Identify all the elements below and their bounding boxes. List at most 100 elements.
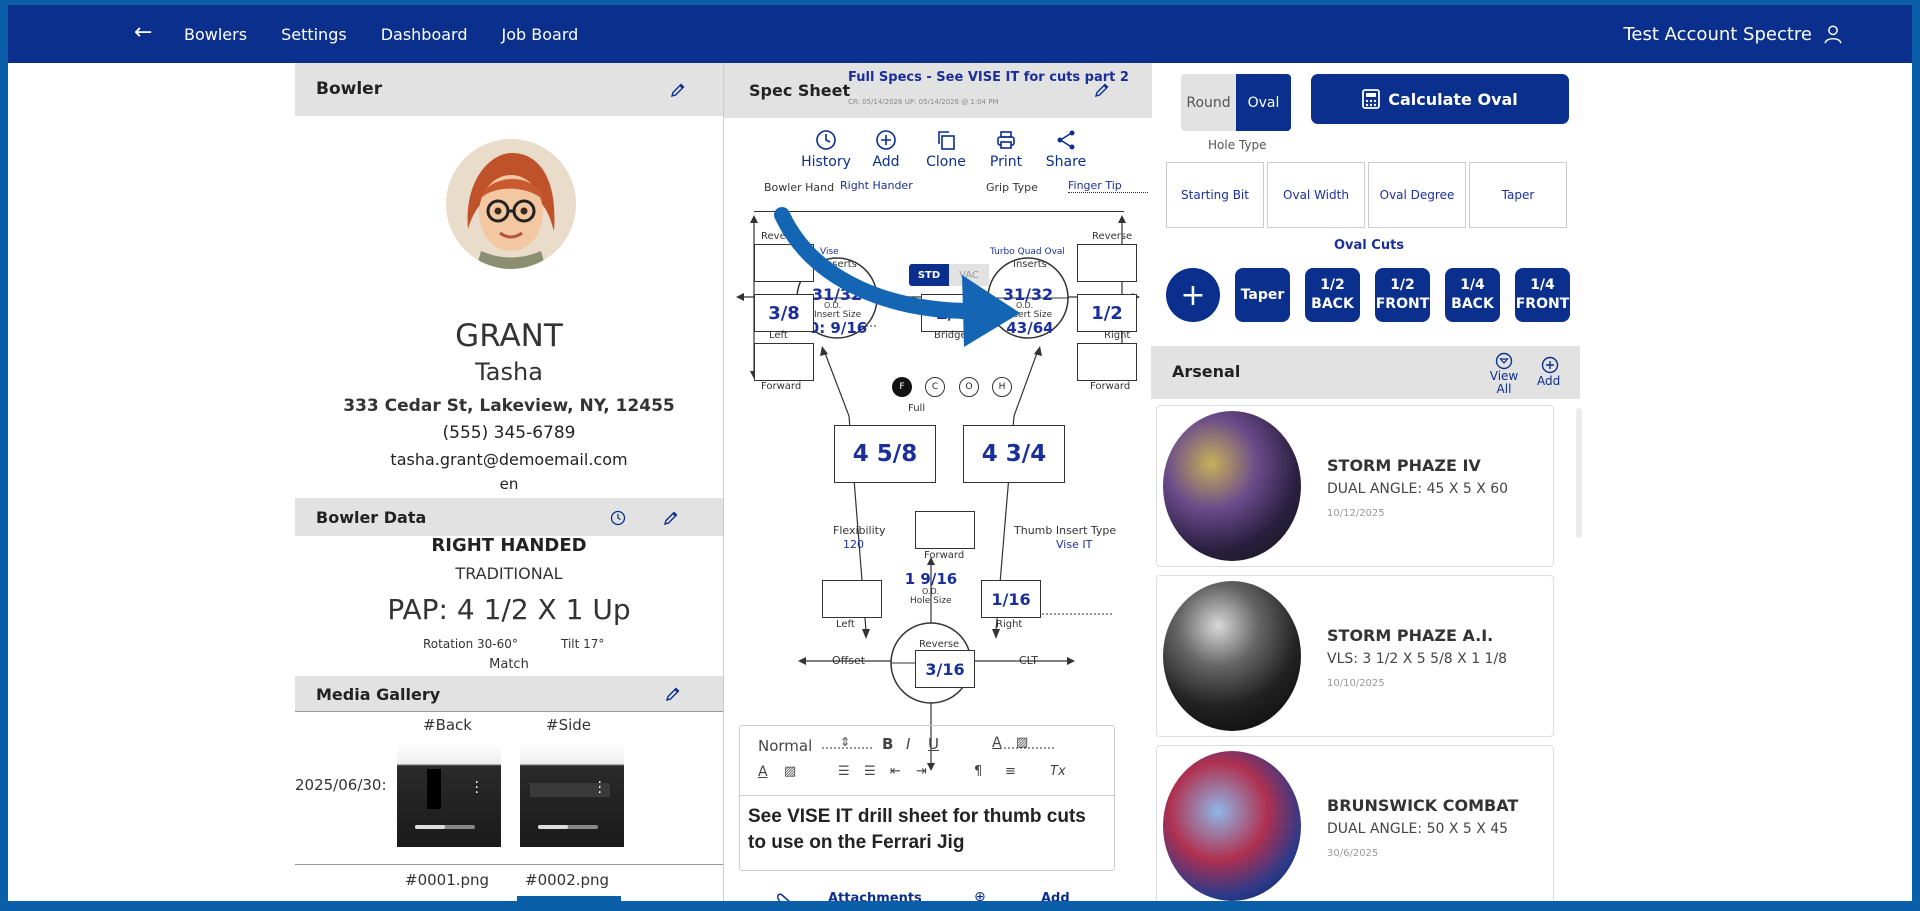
arsenal-scrollbar[interactable] [1576,408,1582,538]
filter-icon[interactable] [1495,352,1513,370]
highlight-icon[interactable]: ▨ [1016,735,1028,750]
nav-bowlers[interactable]: Bowlers [184,25,247,44]
left-forward-input[interactable] [754,343,814,381]
view-all-link[interactable]: View All [1487,370,1521,396]
history-icon[interactable] [610,510,626,526]
history-button[interactable]: History [796,128,856,170]
add-circle-icon[interactable] [1541,356,1559,374]
starting-bit-option[interactable]: Starting Bit [1166,162,1264,228]
edit-spec-icon[interactable] [1094,82,1110,98]
format-select[interactable]: Normal [758,737,812,755]
ball-image [1163,581,1301,731]
right-pitch-input[interactable]: 1/2 [1077,294,1137,332]
right-reverse-input[interactable] [1077,244,1137,282]
cut-taper-button[interactable]: Taper [1235,268,1290,322]
text-color-icon[interactable]: A [992,735,1002,751]
thumb-left-input[interactable] [822,580,882,618]
flexibility-value[interactable]: 120 [843,538,864,551]
add-ball-link[interactable]: Add [1537,374,1560,388]
bowler-hand-value[interactable]: Right Hander [840,179,913,192]
grip-option-h[interactable]: H [992,377,1012,397]
edit-bowler-data-icon[interactable] [663,510,679,526]
edit-media-icon[interactable] [665,686,681,702]
left-label: Left [769,330,788,341]
cut-quarter-back-button[interactable]: 1/4 BACK [1445,268,1500,322]
add-button[interactable]: Add [856,128,916,170]
grip-option-c[interactable]: C [925,377,945,397]
left-insert-type[interactable]: Vise [820,247,839,257]
right-insert-type[interactable]: Turbo Quad Oval [990,247,1065,257]
underline-icon[interactable]: U [928,735,939,753]
round-option[interactable]: Round [1181,74,1236,131]
nav-dashboard[interactable]: Dashboard [381,25,468,44]
arsenal-ball-card[interactable]: STORM PHAZE A.I. VLS: 3 1/2 X 5 5/8 X 1 … [1156,575,1554,737]
right-insert-size[interactable]: 43/64 [1000,319,1060,337]
thumb-forward-input[interactable] [915,511,975,549]
page-scrollbar[interactable] [1893,63,1905,901]
left-reverse-input[interactable] [754,244,814,282]
left-pitch-input[interactable]: 3/8 [754,294,814,332]
more-options-icon[interactable]: · · · [598,776,602,800]
bridge-label: Bridge [934,330,967,341]
grip-option-full[interactable]: F [892,377,912,397]
edit-bowler-icon[interactable] [670,82,686,98]
history-label: History [801,154,851,170]
highlight-icon[interactable]: ▨ [784,764,796,779]
outdent-icon[interactable]: ⇤ [890,764,901,779]
clear-format-icon[interactable]: Tx [1050,764,1066,779]
bridge-input[interactable]: 1/4 [921,294,981,332]
std-toggle[interactable]: STD [909,264,949,286]
arsenal-ball-card[interactable]: BRUNSWICK COMBAT DUAL ANGLE: 50 X 5 X 45… [1156,745,1554,901]
thumb-reverse-input[interactable]: 3/16 [915,650,975,688]
cut-quarter-front-button[interactable]: 1/4 FRONT [1515,268,1570,322]
ordered-list-icon[interactable]: ☰ [838,764,850,779]
indent-icon[interactable]: ⇥ [916,764,927,779]
grip-option-o[interactable]: O [959,377,979,397]
nav-settings[interactable]: Settings [281,25,347,44]
print-button[interactable]: Print [976,128,1036,170]
right-label: Right [1104,330,1131,341]
oval-degree-option[interactable]: Oval Degree [1368,162,1466,228]
arsenal-ball-card[interactable]: STORM PHAZE IV DUAL ANGLE: 45 X 5 X 60 1… [1156,405,1554,567]
notes-content[interactable]: See VISE IT drill sheet for thumb cuts t… [740,796,1114,864]
user-icon[interactable] [1822,22,1844,46]
media-thumbnail-back[interactable]: · · · [397,743,501,847]
paragraph-direction-icon[interactable]: ¶ [974,764,982,779]
left-span-input[interactable]: 4 5/8 [834,425,936,483]
right-forward-input[interactable] [1077,343,1137,381]
oval-option[interactable]: Oval [1236,74,1291,131]
align-icon[interactable]: ≡ [1005,764,1016,779]
left-insert-size[interactable]: 0: 9/16 [808,319,868,337]
hole-type-label: Hole Type [1208,138,1267,152]
italic-icon[interactable]: I [906,735,910,753]
grip-type-value[interactable]: Finger Tip [1068,179,1148,193]
vac-toggle[interactable]: VAC [949,264,989,286]
back-arrow-icon[interactable]: ← [134,20,152,45]
thumb-right-input[interactable]: 1/16 [981,580,1041,618]
oval-width-option[interactable]: Oval Width [1267,162,1365,228]
chevron-updown-icon[interactable]: ⇕ [840,735,850,749]
clone-button[interactable]: Clone [916,128,976,170]
thumb-od-value[interactable]: 1 9/16 [901,570,961,588]
calculator-icon [1362,89,1381,109]
cut-half-front-button[interactable]: 1/2 FRONT [1375,268,1430,322]
thumb-insert-value[interactable]: Vise IT [1056,538,1092,551]
more-options-icon[interactable]: · · · [475,776,479,800]
text-color-icon[interactable]: A [758,764,768,780]
calculate-oval-button[interactable]: Calculate Oval [1311,74,1569,124]
account-name[interactable]: Test Account Spectre [1623,24,1812,45]
share-button[interactable]: Share [1036,128,1096,170]
paperclip-icon [777,893,790,901]
nav-job-board[interactable]: Job Board [502,25,579,44]
add-attachment-label[interactable]: Add [1041,891,1070,901]
right-span-input[interactable]: 4 3/4 [963,425,1065,483]
media-thumbnail-side[interactable]: · · · [520,743,624,847]
taper-option[interactable]: Taper [1469,162,1567,228]
attachments-label[interactable]: Attachments [828,891,922,901]
bullet-list-icon[interactable]: ☰ [864,764,876,779]
cut-half-back-button[interactable]: 1/2 BACK [1305,268,1360,322]
notes-editor[interactable]: Normal ⇕ B I U A ▨ A ▨ ☰ ☰ ⇤ ⇥ ¶ ≡ Tx Se… [739,725,1115,871]
bold-icon[interactable]: B [882,735,893,753]
add-cut-button[interactable]: + [1166,268,1220,322]
add-attachment-icon[interactable]: ⊕ [974,889,986,901]
